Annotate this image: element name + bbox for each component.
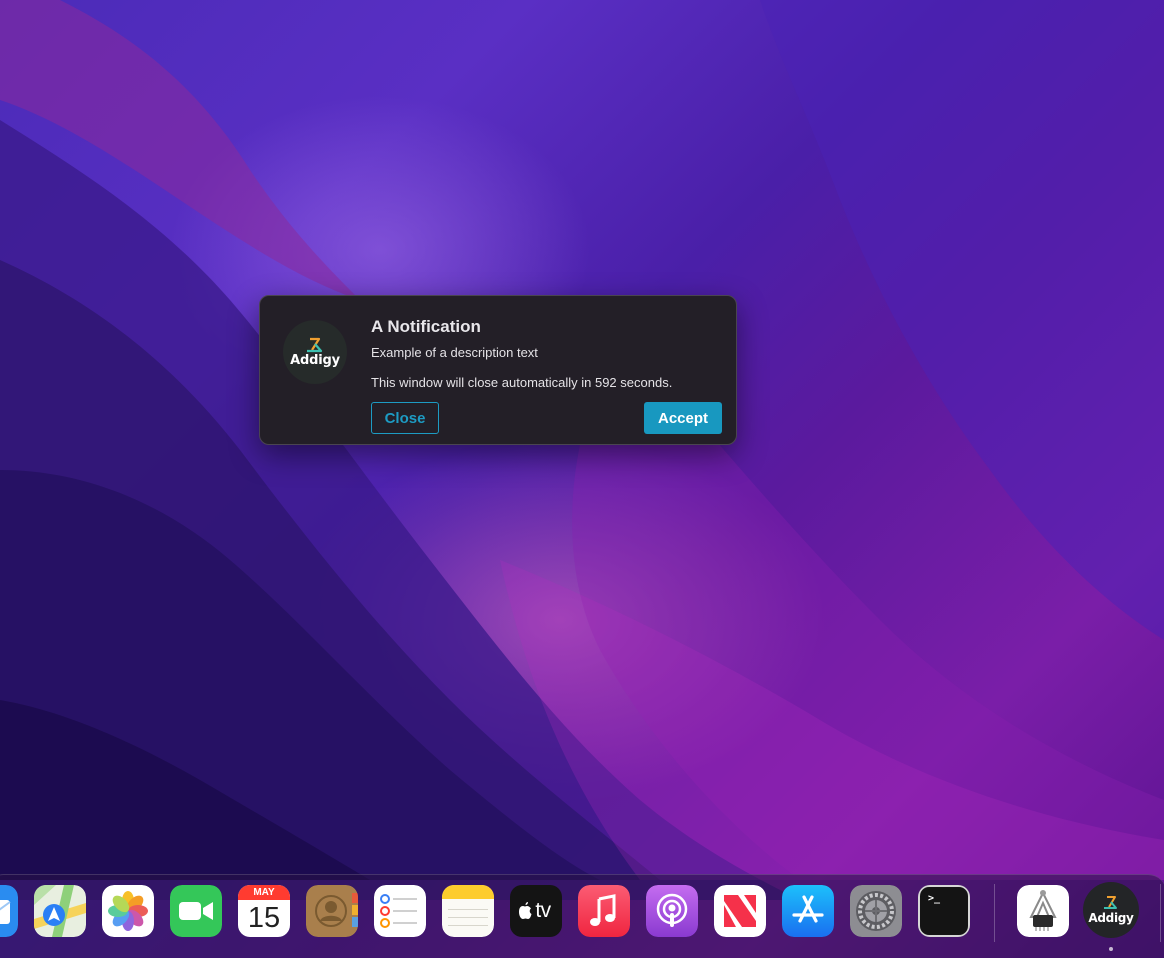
- dock-item-maps[interactable]: [34, 885, 86, 937]
- facetime-icon: [170, 885, 222, 937]
- dock-item-addigy[interactable]: Addigy: [1083, 882, 1139, 938]
- dock-divider: [994, 884, 995, 942]
- tv-label: tv: [535, 899, 551, 922]
- system-preferences-icon: [850, 885, 902, 937]
- dock-item-reminders[interactable]: [374, 885, 426, 937]
- close-button[interactable]: Close: [371, 402, 439, 434]
- terminal-icon: [920, 887, 968, 935]
- dock-item-system-preferences[interactable]: [850, 885, 902, 937]
- contacts-icon: [306, 885, 358, 937]
- notification-countdown: This window will close automatically in …: [371, 375, 673, 390]
- dock-item-podcasts[interactable]: [646, 885, 698, 937]
- dock-item-contacts[interactable]: [306, 885, 358, 937]
- mail-icon: [0, 885, 18, 937]
- podcasts-icon: [646, 885, 698, 937]
- photos-icon: [102, 885, 154, 937]
- news-icon: [714, 885, 766, 937]
- calendar-day: 15: [247, 901, 281, 934]
- dock-item-calendar[interactable]: MAY 15: [238, 885, 290, 937]
- dock-item-notes[interactable]: [442, 885, 494, 937]
- music-icon: [578, 885, 630, 937]
- dock-item-facetime[interactable]: [170, 885, 222, 937]
- notification-window: Addigy A Notification Example of a descr…: [259, 295, 737, 445]
- addigy-dock-label: Addigy: [1088, 911, 1134, 925]
- reminders-icon: [374, 885, 426, 937]
- dock-item-app-store[interactable]: [782, 885, 834, 937]
- addigy-logo: Addigy: [283, 320, 347, 384]
- app-store-icon: [782, 885, 834, 937]
- dock-item-tv[interactable]: tv: [510, 885, 562, 937]
- dock-item-terminal[interactable]: >_: [918, 885, 970, 937]
- dock-divider: [1160, 884, 1161, 942]
- dock-item-photos[interactable]: [102, 885, 154, 937]
- accept-button[interactable]: Accept: [644, 402, 722, 434]
- dock-item-music[interactable]: [578, 885, 630, 937]
- addigy-logo-text: Addigy: [290, 352, 340, 368]
- desktop: Addigy A Notification Example of a descr…: [0, 0, 1164, 958]
- notification-description: Example of a description text: [371, 345, 538, 360]
- dock-item-news[interactable]: [714, 885, 766, 937]
- notification-title: A Notification: [371, 317, 481, 336]
- notes-icon: [442, 885, 494, 937]
- calendar-month: MAY: [238, 885, 290, 900]
- maps-icon: [34, 885, 86, 937]
- terminal-prompt: >_: [928, 893, 941, 904]
- running-indicator: [1109, 947, 1113, 951]
- wallpaper-background: [0, 0, 1164, 900]
- dock-item-system-information[interactable]: [1017, 885, 1069, 937]
- addigy-mark-icon: [307, 337, 323, 352]
- dock-item-mail[interactable]: [0, 885, 18, 937]
- system-information-icon: [1017, 885, 1069, 937]
- addigy-icon: [1104, 896, 1117, 909]
